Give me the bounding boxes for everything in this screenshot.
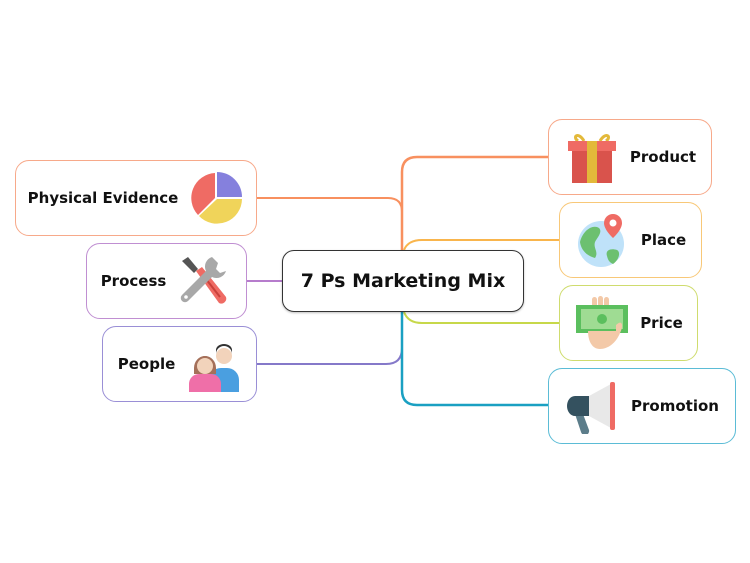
megaphone-icon: [567, 382, 616, 434]
connector-price: [403, 311, 559, 324]
central-topic[interactable]: 7 Ps Marketing Mix: [282, 250, 524, 312]
topic-label: Price: [640, 314, 683, 332]
money-hand-icon: [576, 296, 629, 349]
people-icon: [189, 344, 240, 392]
topic-label: Process: [100, 272, 167, 290]
topic-physical-evidence[interactable]: Physical Evidence: [15, 160, 257, 236]
topic-price[interactable]: Price: [559, 285, 698, 361]
connector-physical-evidence: [257, 197, 403, 250]
topic-label: People: [117, 355, 176, 373]
topic-label: Place: [640, 231, 687, 249]
pie-chart-icon: [191, 172, 243, 224]
topic-promotion[interactable]: Promotion: [548, 368, 736, 444]
topic-people[interactable]: People: [102, 326, 257, 402]
topic-label: Product: [629, 148, 697, 166]
topic-label: Physical Evidence: [27, 189, 179, 207]
connector-place: [403, 239, 559, 251]
connector-product: [400, 155, 548, 250]
topic-product[interactable]: Product: [548, 119, 712, 195]
connector-promotion: [400, 312, 548, 407]
globe-pin-icon: [577, 214, 624, 267]
topic-place[interactable]: Place: [559, 202, 702, 278]
central-topic-label: 7 Ps Marketing Mix: [300, 270, 506, 292]
topic-label: Promotion: [631, 397, 719, 415]
topic-process[interactable]: Process: [86, 243, 247, 319]
tools-icon: [181, 257, 227, 304]
connector-people: [257, 312, 403, 365]
gift-icon: [567, 134, 616, 183]
